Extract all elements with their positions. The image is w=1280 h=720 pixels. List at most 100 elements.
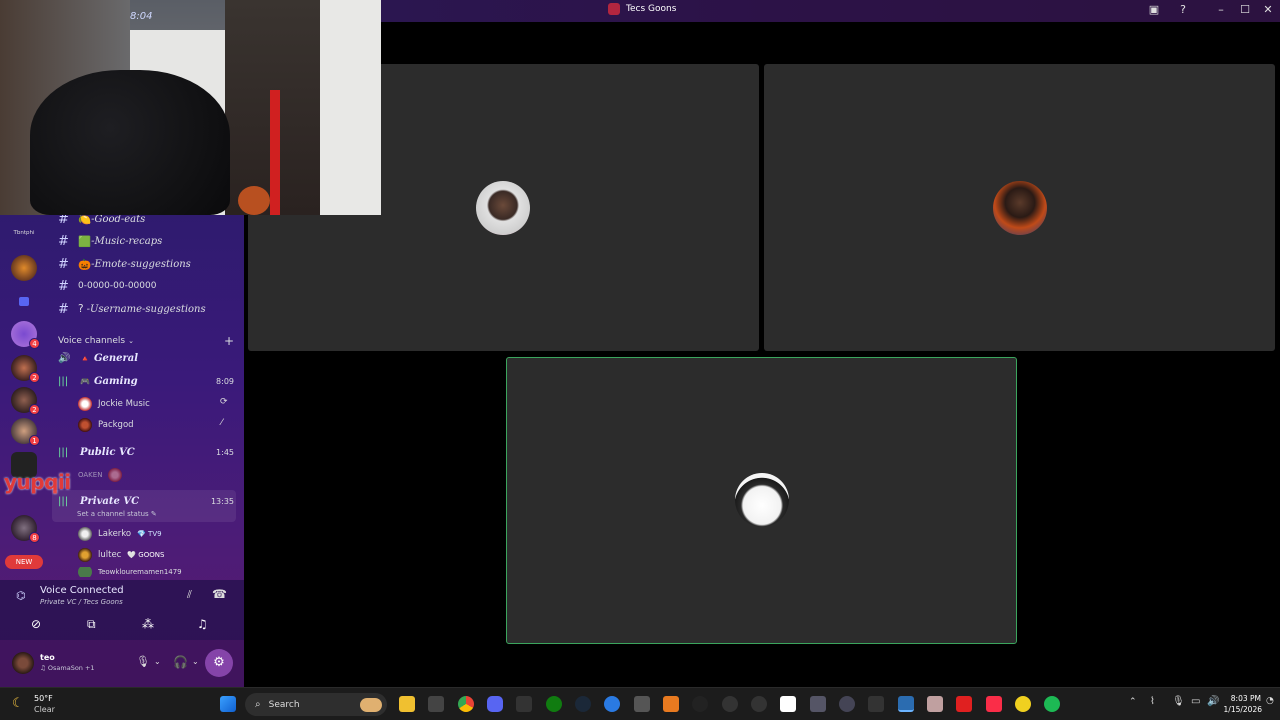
chevron-down-icon[interactable]: ⌄ xyxy=(192,657,199,666)
voice-channels-header[interactable]: Voice channels ⌄ + xyxy=(58,334,234,348)
voice-channel-private[interactable]: ||| Private VC 13:35 xyxy=(58,491,234,511)
screen-share-icon[interactable]: ⧉ xyxy=(87,617,96,632)
server-icon[interactable]: 8 xyxy=(11,515,40,543)
clock-date[interactable]: 1/15/2026 xyxy=(1222,705,1262,714)
avatar xyxy=(78,397,92,411)
app-icon[interactable] xyxy=(604,696,620,712)
app-icon[interactable] xyxy=(927,696,943,712)
app-icon[interactable] xyxy=(634,696,650,712)
noise-suppression-icon[interactable]: ⫽ xyxy=(187,588,192,602)
user-panel: teo ♫ OsamaSon +1 🎙 ⌄ 🎧 ⌄ ⚙ xyxy=(0,640,244,687)
activities-icon[interactable]: ⁂ xyxy=(142,617,154,631)
user-avatar[interactable] xyxy=(12,652,34,674)
app-icon[interactable] xyxy=(780,696,796,712)
settings-gear-icon[interactable]: ⚙ xyxy=(205,649,233,677)
hash-icon: # xyxy=(58,256,69,272)
chevron-down-icon[interactable]: ⌄ xyxy=(154,657,161,666)
clock-time[interactable]: 8:03 PM xyxy=(1225,694,1261,703)
voice-member[interactable]: Packgod xyxy=(78,416,134,434)
notification-badge: 1 xyxy=(29,435,40,446)
microphone-icon[interactable]: 🎙 xyxy=(136,655,150,668)
spotify-icon[interactable] xyxy=(1044,696,1060,712)
server-icon[interactable]: 4 xyxy=(11,321,40,349)
voice-member[interactable]: OAKEN xyxy=(78,466,123,484)
close-button[interactable]: ✕ xyxy=(1260,3,1276,16)
channel-name: 0-0000-00-00000 xyxy=(78,281,157,291)
taskbar-search[interactable]: ⌕ Search xyxy=(245,693,387,716)
connection-signal-icon[interactable]: ⌬ xyxy=(16,589,26,602)
help-icon[interactable]: ? xyxy=(1175,3,1191,16)
voice-member[interactable]: Teowklouremamen1479 xyxy=(78,567,182,577)
settings-icon[interactable] xyxy=(722,696,738,712)
maximize-button[interactable]: ☐ xyxy=(1237,3,1253,16)
new-badge[interactable]: NEW xyxy=(5,555,43,569)
volume-icon[interactable]: 🔊 xyxy=(1207,696,1219,707)
server-icon[interactable]: 1 xyxy=(11,418,40,446)
discord-icon[interactable] xyxy=(487,696,503,712)
weather-temp[interactable]: 50°F xyxy=(34,694,53,703)
app-icon[interactable] xyxy=(692,696,708,712)
app-icon[interactable] xyxy=(839,696,855,712)
voice-member[interactable]: Jockie Music xyxy=(78,395,150,413)
channel-name: Private VC xyxy=(80,495,140,507)
channel-status[interactable]: Set a channel status ✎ xyxy=(77,510,157,518)
add-channel-button[interactable]: + xyxy=(224,334,234,348)
channel-music-recaps[interactable]: # 🟩 -Music-recaps xyxy=(58,231,162,251)
voice-member[interactable]: Lakerko 💎 TV9 xyxy=(78,525,162,543)
voice-channel-link[interactable]: Private VC / Tecs Goons xyxy=(40,598,123,606)
server-icon[interactable] xyxy=(11,255,37,281)
voice-member[interactable]: lultec 🤍 GOONS xyxy=(78,546,164,564)
disconnect-icon[interactable]: ☎ xyxy=(212,587,227,601)
webcam-person xyxy=(30,70,230,215)
server-icon[interactable]: 2 xyxy=(11,387,40,415)
headphones-icon[interactable]: 🎧 xyxy=(173,655,188,669)
video-tile-2[interactable] xyxy=(764,64,1275,351)
server-rail-label: Tbntphi xyxy=(13,230,35,236)
voice-status[interactable]: Voice Connected xyxy=(40,585,124,596)
server-icon[interactable]: 2 xyxy=(11,355,40,383)
soundboard-icon[interactable]: ♫ xyxy=(197,617,208,631)
channel-username-suggestions[interactable]: # ? -Username-suggestions xyxy=(58,299,206,319)
camera-off-icon[interactable]: ⊘ xyxy=(31,617,41,631)
voice-channel-public[interactable]: ||| Public VC 1:45 xyxy=(58,442,234,462)
weather-desc[interactable]: Clear xyxy=(34,705,55,714)
video-tile-speaking[interactable] xyxy=(506,357,1017,644)
channel-emoji: ? xyxy=(78,303,84,315)
epic-games-icon[interactable] xyxy=(516,696,532,712)
channel-emote-suggestions[interactable]: # 🎃 -Emote-suggestions xyxy=(58,254,191,274)
channel-name: General xyxy=(93,352,139,364)
app-logo-icon xyxy=(608,3,620,15)
participant-avatar xyxy=(735,473,789,527)
microphone-tray-icon[interactable]: 🎙 xyxy=(1172,696,1185,707)
app-icon[interactable] xyxy=(1015,696,1031,712)
member-tag: 💎 TV9 xyxy=(137,530,162,538)
screen: Tecs Goons ▣ ? – ☐ ✕ Tbntphi 4 2 2 1 8 N… xyxy=(0,0,1280,720)
minimize-button[interactable]: – xyxy=(1213,3,1229,16)
voice-channel-gaming[interactable]: ||| 🎮 Gaming 8:09 xyxy=(58,371,234,391)
channel-boxes[interactable]: # 0-0000-00-00000 xyxy=(58,276,156,296)
network-icon[interactable]: ⌇ xyxy=(1150,696,1155,707)
app-icon[interactable] xyxy=(810,696,826,712)
store-icon[interactable] xyxy=(428,696,444,712)
active-app-icon[interactable] xyxy=(898,696,914,712)
folder-icon[interactable] xyxy=(19,297,29,306)
file-explorer-icon[interactable] xyxy=(399,696,415,712)
voice-channel-general[interactable]: 🔊 🔺 General xyxy=(58,348,234,368)
notification-bell-icon[interactable]: ◔ xyxy=(1266,696,1274,706)
username[interactable]: teo xyxy=(40,653,55,662)
xbox-icon[interactable] xyxy=(546,696,562,712)
app-icon[interactable] xyxy=(751,696,767,712)
chrome-icon[interactable] xyxy=(458,696,474,712)
music-icon[interactable] xyxy=(986,696,1002,712)
app-icon[interactable] xyxy=(956,696,972,712)
search-highlight-icon xyxy=(360,697,382,712)
steam-icon[interactable] xyxy=(575,696,591,712)
app-icon[interactable] xyxy=(663,696,679,712)
weather-moon-icon[interactable]: ☾ xyxy=(12,696,24,711)
inbox-icon[interactable]: ▣ xyxy=(1146,3,1162,16)
member-name: lultec xyxy=(98,550,122,560)
start-windows-icon[interactable] xyxy=(220,696,236,712)
display-icon[interactable]: ▭ xyxy=(1191,696,1200,707)
app-icon[interactable] xyxy=(868,696,884,712)
chevron-up-icon[interactable]: ⌃ xyxy=(1129,697,1137,707)
